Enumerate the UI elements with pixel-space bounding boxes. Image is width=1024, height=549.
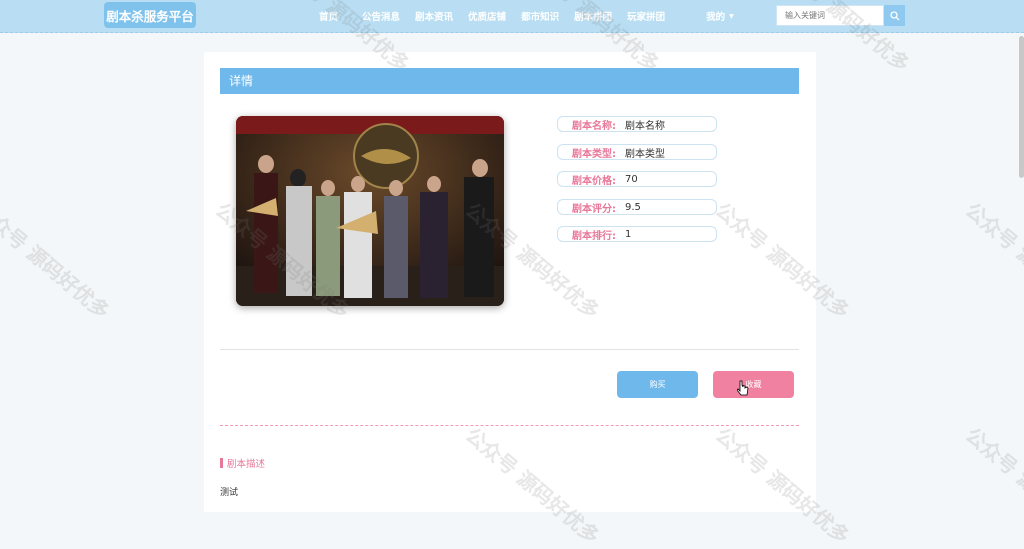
field-value: 9.5 bbox=[625, 201, 641, 213]
search-button[interactable] bbox=[884, 5, 905, 26]
watermark: 公众号 源码好优多 bbox=[0, 197, 115, 324]
description-heading: 剧本描述 bbox=[220, 456, 265, 470]
mouse-cursor-icon bbox=[736, 380, 749, 400]
description-title: 剧本描述 bbox=[227, 459, 266, 470]
buy-button[interactable]: 购买 bbox=[617, 371, 698, 398]
field-script-rating: 剧本评分: 9.5 bbox=[557, 199, 717, 215]
field-value: 1 bbox=[625, 228, 632, 240]
watermark: 公众号 源码好优多 bbox=[960, 422, 1024, 549]
favorite-button[interactable]: 收藏 bbox=[713, 371, 794, 398]
field-value: 70 bbox=[625, 173, 638, 185]
script-cover-image bbox=[236, 116, 504, 306]
main-nav: 首页 公告消息 剧本资讯 优质店铺 都市知识 剧本拼团 玩家拼团 我的 ▼ bbox=[319, 0, 734, 32]
nav-script-group[interactable]: 剧本拼团 bbox=[574, 9, 612, 23]
dashed-divider bbox=[220, 425, 799, 426]
nav-my-menu[interactable]: 我的 ▼ bbox=[706, 9, 734, 23]
site-logo[interactable]: 剧本杀服务平台 bbox=[104, 2, 196, 28]
chevron-down-icon: ▼ bbox=[729, 12, 734, 20]
description-text: 测试 bbox=[220, 488, 239, 498]
field-value: 剧本类型 bbox=[625, 148, 665, 160]
field-label: 剧本评分: bbox=[572, 203, 616, 215]
nav-script-news[interactable]: 剧本资讯 bbox=[415, 9, 453, 23]
nav-home[interactable]: 首页 bbox=[319, 9, 338, 23]
nav-knowledge[interactable]: 都市知识 bbox=[521, 9, 559, 23]
field-script-name: 剧本名称: 剧本名称 bbox=[557, 116, 717, 132]
nav-announcements[interactable]: 公告消息 bbox=[362, 9, 400, 23]
page-scrollbar[interactable] bbox=[1019, 36, 1024, 178]
search-icon bbox=[889, 10, 899, 20]
field-script-type: 剧本类型: 剧本类型 bbox=[557, 144, 717, 160]
nav-player-group[interactable]: 玩家拼团 bbox=[627, 9, 665, 23]
top-navbar: 剧本杀服务平台 首页 公告消息 剧本资讯 优质店铺 都市知识 剧本拼团 玩家拼团… bbox=[0, 0, 1024, 33]
section-divider bbox=[220, 349, 799, 350]
heading-accent-bar bbox=[220, 458, 223, 468]
nav-quality-stores[interactable]: 优质店铺 bbox=[468, 9, 506, 23]
field-script-rank: 剧本排行: 1 bbox=[557, 226, 717, 242]
detail-header: 详情 bbox=[220, 68, 799, 94]
watermark: 公众号 源码好优多 bbox=[960, 197, 1024, 324]
detail-panel: 详情 剧本名称: 剧本名称 剧本类型: 剧本类型 剧本价格: 70 剧本评分: … bbox=[204, 52, 816, 512]
field-script-price: 剧本价格: 70 bbox=[557, 171, 717, 187]
search-input[interactable] bbox=[776, 5, 884, 26]
field-label: 剧本类型: bbox=[572, 148, 616, 160]
field-label: 剧本名称: bbox=[572, 120, 616, 132]
field-label: 剧本排行: bbox=[572, 230, 616, 242]
field-label: 剧本价格: bbox=[572, 175, 616, 187]
nav-my-label: 我的 bbox=[706, 12, 726, 23]
field-value: 剧本名称 bbox=[625, 120, 665, 132]
